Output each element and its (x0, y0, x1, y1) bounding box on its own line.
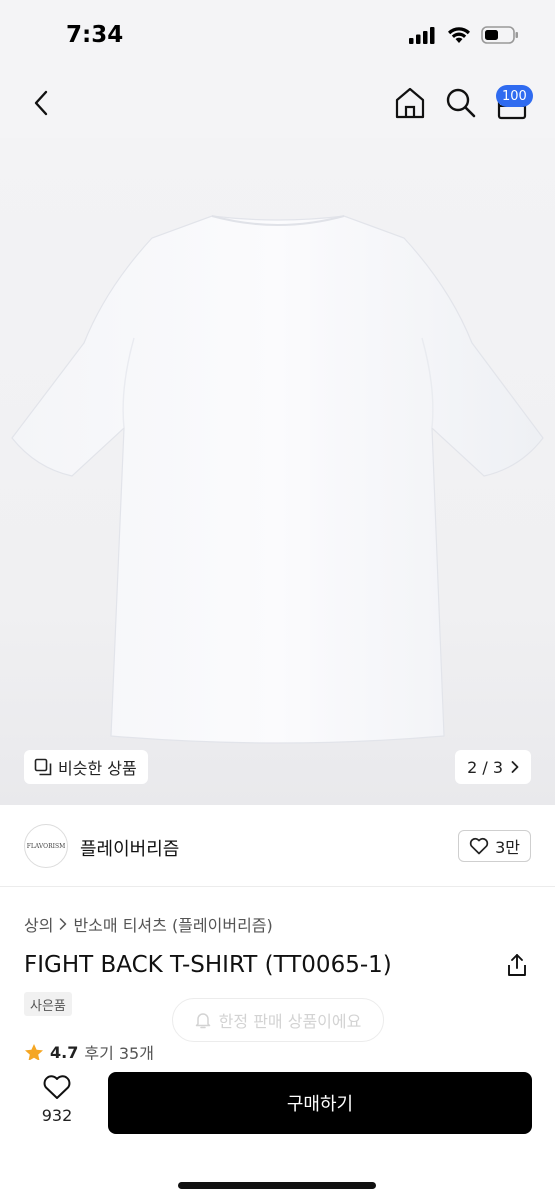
bell-icon (195, 1013, 210, 1029)
like-count: 932 (41, 1106, 73, 1125)
chevron-right-icon (60, 918, 67, 930)
share-button[interactable] (505, 952, 529, 978)
shop-like-count: 3만 (495, 838, 520, 857)
home-indicator (178, 1182, 376, 1189)
status-icons (409, 26, 519, 44)
signal-icon (409, 27, 435, 44)
page-indicator-text: 2 / 3 (467, 757, 503, 777)
bottom-action-bar: 932 구매하기 (0, 1060, 555, 1200)
toast-text: 한정 판매 상품이에요 (218, 1012, 362, 1031)
limited-sale-toast: 한정 판매 상품이에요 (172, 998, 384, 1042)
shop-logo[interactable]: FLAVORISM (24, 824, 68, 868)
cart-count-badge: 100 (496, 85, 533, 107)
heart-icon (469, 837, 489, 855)
back-button[interactable] (26, 88, 56, 118)
search-button[interactable] (445, 86, 477, 120)
shop-name[interactable]: 플레이버리즘 (80, 835, 179, 861)
copy-icon (34, 758, 52, 776)
search-icon (446, 88, 476, 118)
shop-like-button[interactable]: 3만 (458, 830, 531, 862)
status-bar: 7:34 (0, 0, 555, 70)
product-title: FIGHT BACK T-SHIRT (TT0065-1) (24, 952, 392, 978)
top-nav: 100 (0, 70, 555, 138)
rating-score: 4.7 (50, 1042, 79, 1062)
breadcrumb-item-category[interactable]: 상의 (24, 912, 53, 936)
shop-logo-text: FLAVORISM (26, 842, 66, 850)
buy-button[interactable]: 구매하기 (108, 1072, 532, 1134)
similar-products-button[interactable]: 비슷한 상품 (24, 750, 148, 784)
star-icon (25, 1043, 43, 1061)
home-icon (395, 87, 425, 119)
heart-icon (43, 1075, 71, 1099)
breadcrumb-item-subcategory[interactable]: 반소매 티셔츠 (플레이버리즘) (73, 912, 272, 936)
share-icon (508, 954, 526, 976)
product-image-gallery[interactable]: 비슷한 상품 2 / 3 (0, 138, 555, 805)
chevron-right-icon (511, 761, 519, 773)
breadcrumb: 상의 반소매 티셔츠 (플레이버리즘) (24, 912, 273, 936)
similar-products-label: 비슷한 상품 (58, 759, 137, 778)
gift-tag: 사은품 (24, 992, 72, 1016)
battery-icon (481, 26, 518, 44)
image-page-indicator[interactable]: 2 / 3 (455, 750, 531, 784)
home-button[interactable] (394, 86, 426, 120)
status-time: 7:34 (66, 22, 124, 48)
shop-info: FLAVORISM 플레이버리즘 3만 (0, 805, 555, 887)
chevron-left-icon (34, 90, 48, 116)
wifi-icon (448, 27, 470, 43)
product-image-tshirt (11, 215, 544, 744)
like-button[interactable]: 932 (36, 1074, 78, 1125)
